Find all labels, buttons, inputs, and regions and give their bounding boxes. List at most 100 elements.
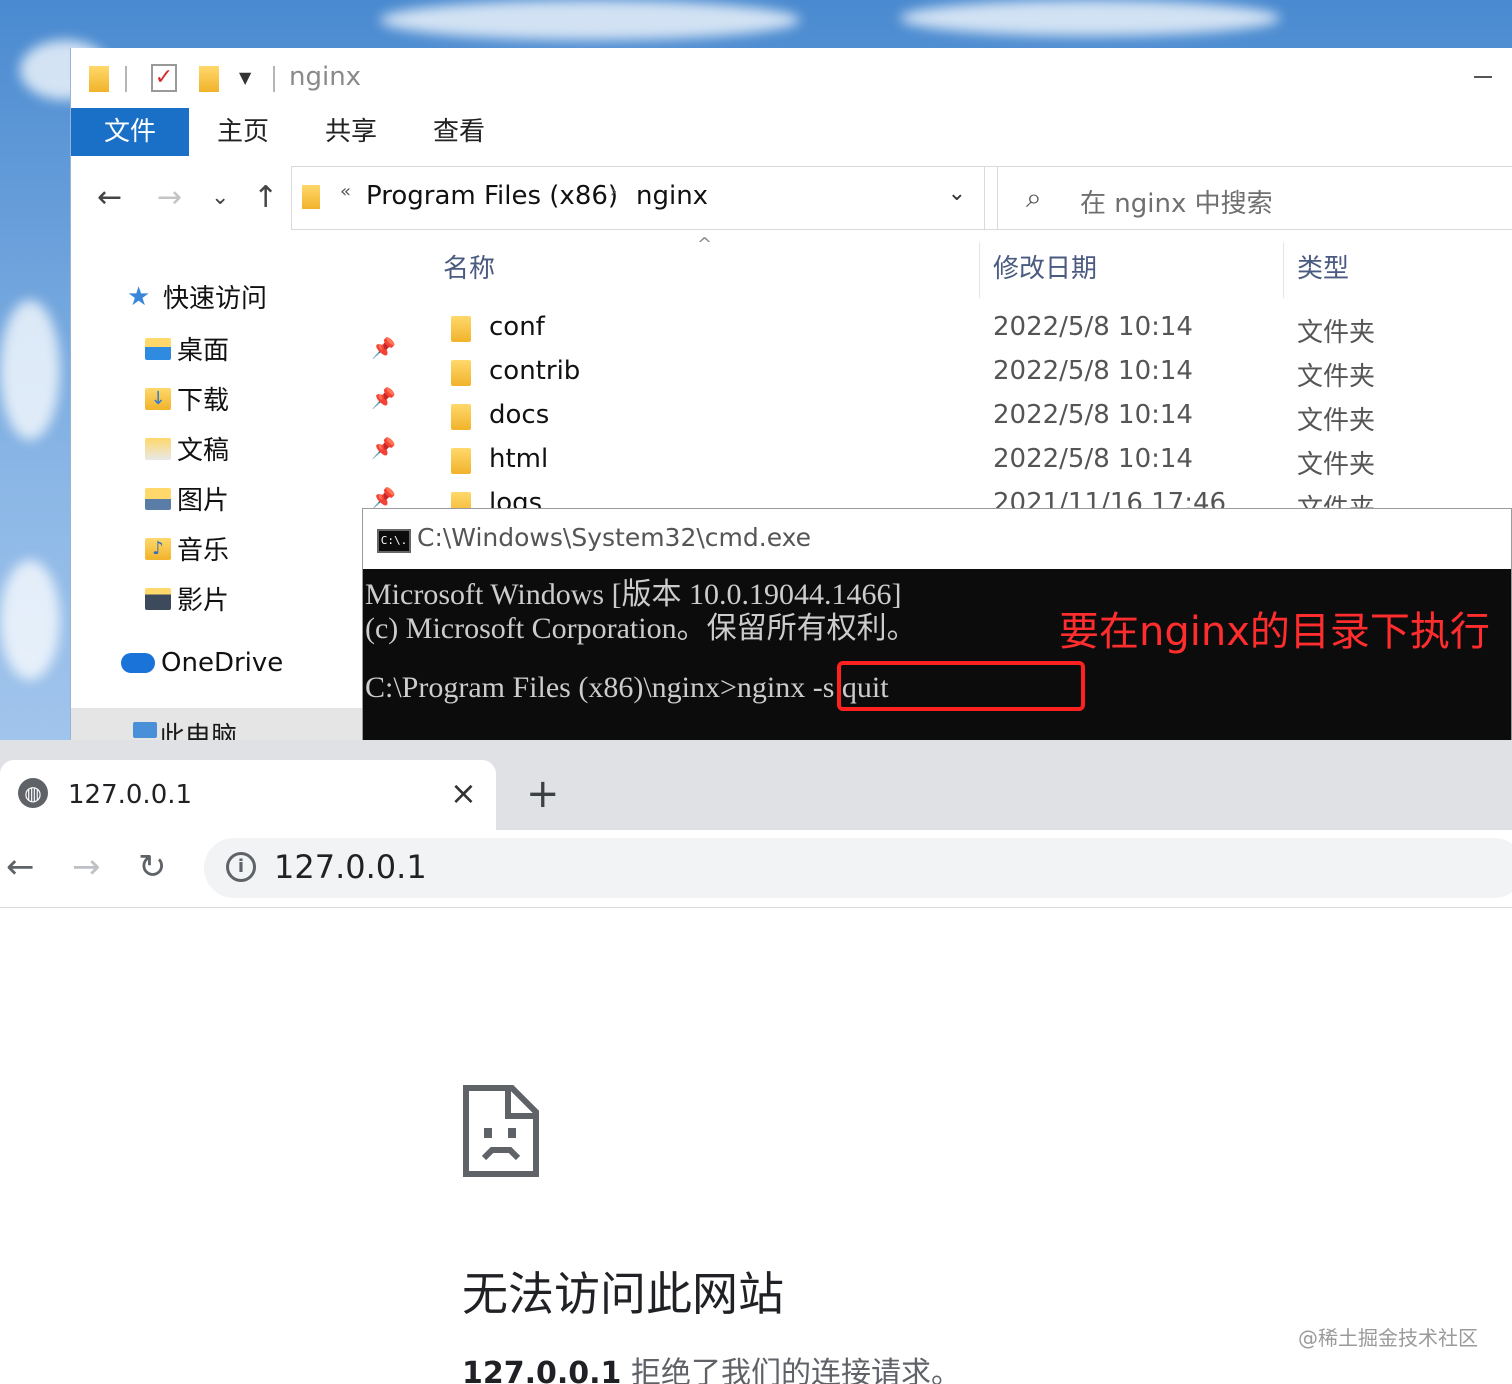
address-dropdown-icon[interactable]: ⌄ — [948, 181, 966, 206]
breadcrumb-overflow-icon[interactable]: « — [340, 181, 351, 202]
properties-check-icon[interactable]: ✓ — [151, 64, 177, 92]
sidebar-item-music[interactable]: ♪ 音乐 — [145, 530, 229, 567]
cmd-app-icon: C:\. — [377, 529, 411, 553]
address-bar[interactable]: i 127.0.0.1 — [204, 838, 1512, 898]
column-divider[interactable] — [979, 242, 980, 298]
tab-title: 127.0.0.1 — [68, 780, 193, 810]
console-prompt: C:\Program Files (x86)\nginx> — [365, 671, 737, 704]
folder-icon — [302, 185, 320, 209]
new-folder-icon[interactable] — [199, 66, 219, 92]
sidebar-item-label: 快速访问 — [163, 284, 268, 314]
file-row[interactable]: conf 2022/5/8 10:14 文件夹 — [403, 308, 1512, 352]
up-arrow-icon[interactable]: ↑ — [253, 178, 278, 218]
column-header-type[interactable]: 类型 — [1297, 248, 1349, 285]
minimize-button[interactable] — [1474, 76, 1492, 78]
documents-folder-icon — [145, 437, 171, 460]
cmd-window[interactable]: C:\. C:\Windows\System32\cmd.exe Microso… — [362, 508, 1512, 742]
sidebar-item-pictures[interactable]: 图片 — [145, 480, 229, 517]
forward-arrow-icon[interactable]: → — [72, 842, 101, 892]
sad-page-icon — [463, 1085, 539, 1177]
watermark: @稀土掘金技术社区 — [1298, 1326, 1478, 1350]
sidebar-item-label: 桌面 — [177, 336, 230, 366]
cmd-window-title: C:\Windows\System32\cmd.exe — [417, 523, 812, 552]
file-list: ^ 名称 修改日期 类型 conf 2022/5/8 10:14 文件夹 con… — [403, 234, 1512, 538]
pin-icon[interactable]: 📌 — [371, 436, 396, 460]
folder-icon[interactable] — [89, 66, 109, 92]
pin-icon[interactable]: 📌 — [371, 336, 396, 360]
sidebar-item-this-pc[interactable]: 此电脑 — [71, 708, 371, 742]
cmd-title-bar[interactable]: C:\. C:\Windows\System32\cmd.exe — [363, 509, 1511, 569]
new-tab-plus-icon[interactable]: + — [526, 770, 560, 818]
file-date: 2022/5/8 10:14 — [993, 400, 1193, 430]
tab-home[interactable]: 主页 — [199, 108, 287, 156]
console-prompt-line: C:\Program Files (x86)\nginx>nginx -s qu… — [365, 671, 889, 705]
tab-strip: ◍ 127.0.0.1 × + — [0, 740, 1512, 830]
sidebar-item-quick-access[interactable]: ★ 快速访问 — [127, 278, 267, 315]
tab-view[interactable]: 查看 — [415, 108, 503, 156]
ribbon-tabs: 文件 主页 共享 查看 — [71, 108, 1512, 156]
sidebar-item-label: 图片 — [177, 486, 230, 516]
search-placeholder: 在 nginx 中搜索 — [1080, 189, 1273, 219]
customize-dropdown-icon[interactable]: ▼ — [239, 68, 251, 87]
file-name: conf — [489, 312, 545, 342]
back-arrow-icon[interactable]: ← — [97, 178, 122, 218]
back-arrow-icon[interactable]: ← — [6, 842, 35, 892]
sidebar-item-label: 影片 — [177, 586, 230, 616]
error-title: 无法访问此网站 — [462, 1267, 784, 1321]
navigation-bar: ← → ⌄ ↑ « Program Files (x86) › nginx ⌄ … — [71, 164, 1512, 232]
folder-icon — [451, 316, 471, 342]
downloads-folder-icon: ↓ — [145, 387, 171, 410]
tab-file[interactable]: 文件 — [71, 108, 189, 156]
close-tab-icon[interactable]: × — [450, 774, 477, 812]
file-name: docs — [489, 400, 550, 430]
navigation-pane: ★ 快速访问 桌面 ↓ 下载 文稿 图片 ♪ 音乐 影片 📌 📌 📌 📌 One… — [71, 238, 396, 742]
file-name: contrib — [489, 356, 581, 386]
browser-toolbar: ← → ↻ i 127.0.0.1 — [0, 830, 1512, 908]
sidebar-item-downloads[interactable]: ↓ 下载 — [145, 380, 229, 417]
command-highlight-box — [837, 661, 1085, 711]
forward-arrow-icon[interactable]: → — [157, 178, 182, 218]
breadcrumb-chevron-icon[interactable]: › — [610, 181, 617, 202]
file-type: 文件夹 — [1297, 318, 1376, 348]
folder-icon — [451, 448, 471, 474]
tab-share[interactable]: 共享 — [307, 108, 395, 156]
sidebar-item-desktop[interactable]: 桌面 — [145, 330, 229, 367]
file-type: 文件夹 — [1297, 406, 1376, 436]
globe-icon: ◍ — [18, 778, 48, 808]
pictures-folder-icon — [145, 487, 171, 510]
browser-tab[interactable]: ◍ 127.0.0.1 × — [0, 760, 496, 830]
pin-icon[interactable]: 📌 — [371, 386, 396, 410]
breadcrumb-program-files[interactable]: Program Files (x86) — [366, 181, 618, 211]
site-info-icon[interactable]: i — [226, 852, 256, 882]
cmd-console[interactable]: Microsoft Windows [版本 10.0.19044.1466] (… — [363, 569, 1511, 743]
file-row[interactable]: contrib 2022/5/8 10:14 文件夹 — [403, 352, 1512, 396]
url-text: 127.0.0.1 — [274, 848, 427, 886]
address-bar[interactable]: « Program Files (x86) › nginx ⌄ — [291, 166, 985, 230]
sky-cloud — [0, 560, 60, 680]
search-box[interactable]: ⌕ 在 nginx 中搜索 — [997, 166, 1512, 230]
sidebar-item-onedrive[interactable]: OneDrive — [121, 648, 283, 678]
column-header-name[interactable]: 名称 — [443, 248, 495, 285]
recent-locations-chevron-icon[interactable]: ⌄ — [211, 178, 229, 218]
computer-icon — [133, 722, 157, 738]
sidebar-item-label: 此电脑 — [159, 722, 238, 742]
folder-icon — [451, 404, 471, 430]
music-folder-icon: ♪ — [145, 537, 171, 560]
file-date: 2022/5/8 10:14 — [993, 312, 1193, 342]
sidebar-item-documents[interactable]: 文稿 — [145, 430, 229, 467]
reload-icon[interactable]: ↻ — [138, 842, 167, 892]
window-title: nginx — [289, 62, 362, 92]
file-row[interactable]: docs 2022/5/8 10:14 文件夹 — [403, 396, 1512, 440]
desktop-folder-icon — [145, 337, 171, 360]
sidebar-item-videos[interactable]: 影片 — [145, 580, 229, 617]
breadcrumb-nginx[interactable]: nginx — [636, 181, 708, 211]
column-divider[interactable] — [1283, 242, 1284, 298]
error-host: 127.0.0.1 — [462, 1356, 622, 1384]
annotation-text: 要在nginx的目录下执行 — [1059, 609, 1490, 655]
error-description: 127.0.0.1 拒绝了我们的连接请求。 — [462, 1348, 961, 1384]
error-message: 拒绝了我们的连接请求。 — [621, 1356, 961, 1384]
pin-icon[interactable]: 📌 — [371, 486, 396, 510]
column-header-date[interactable]: 修改日期 — [993, 248, 1097, 285]
file-row[interactable]: html 2022/5/8 10:14 文件夹 — [403, 440, 1512, 484]
file-name: html — [489, 444, 549, 474]
